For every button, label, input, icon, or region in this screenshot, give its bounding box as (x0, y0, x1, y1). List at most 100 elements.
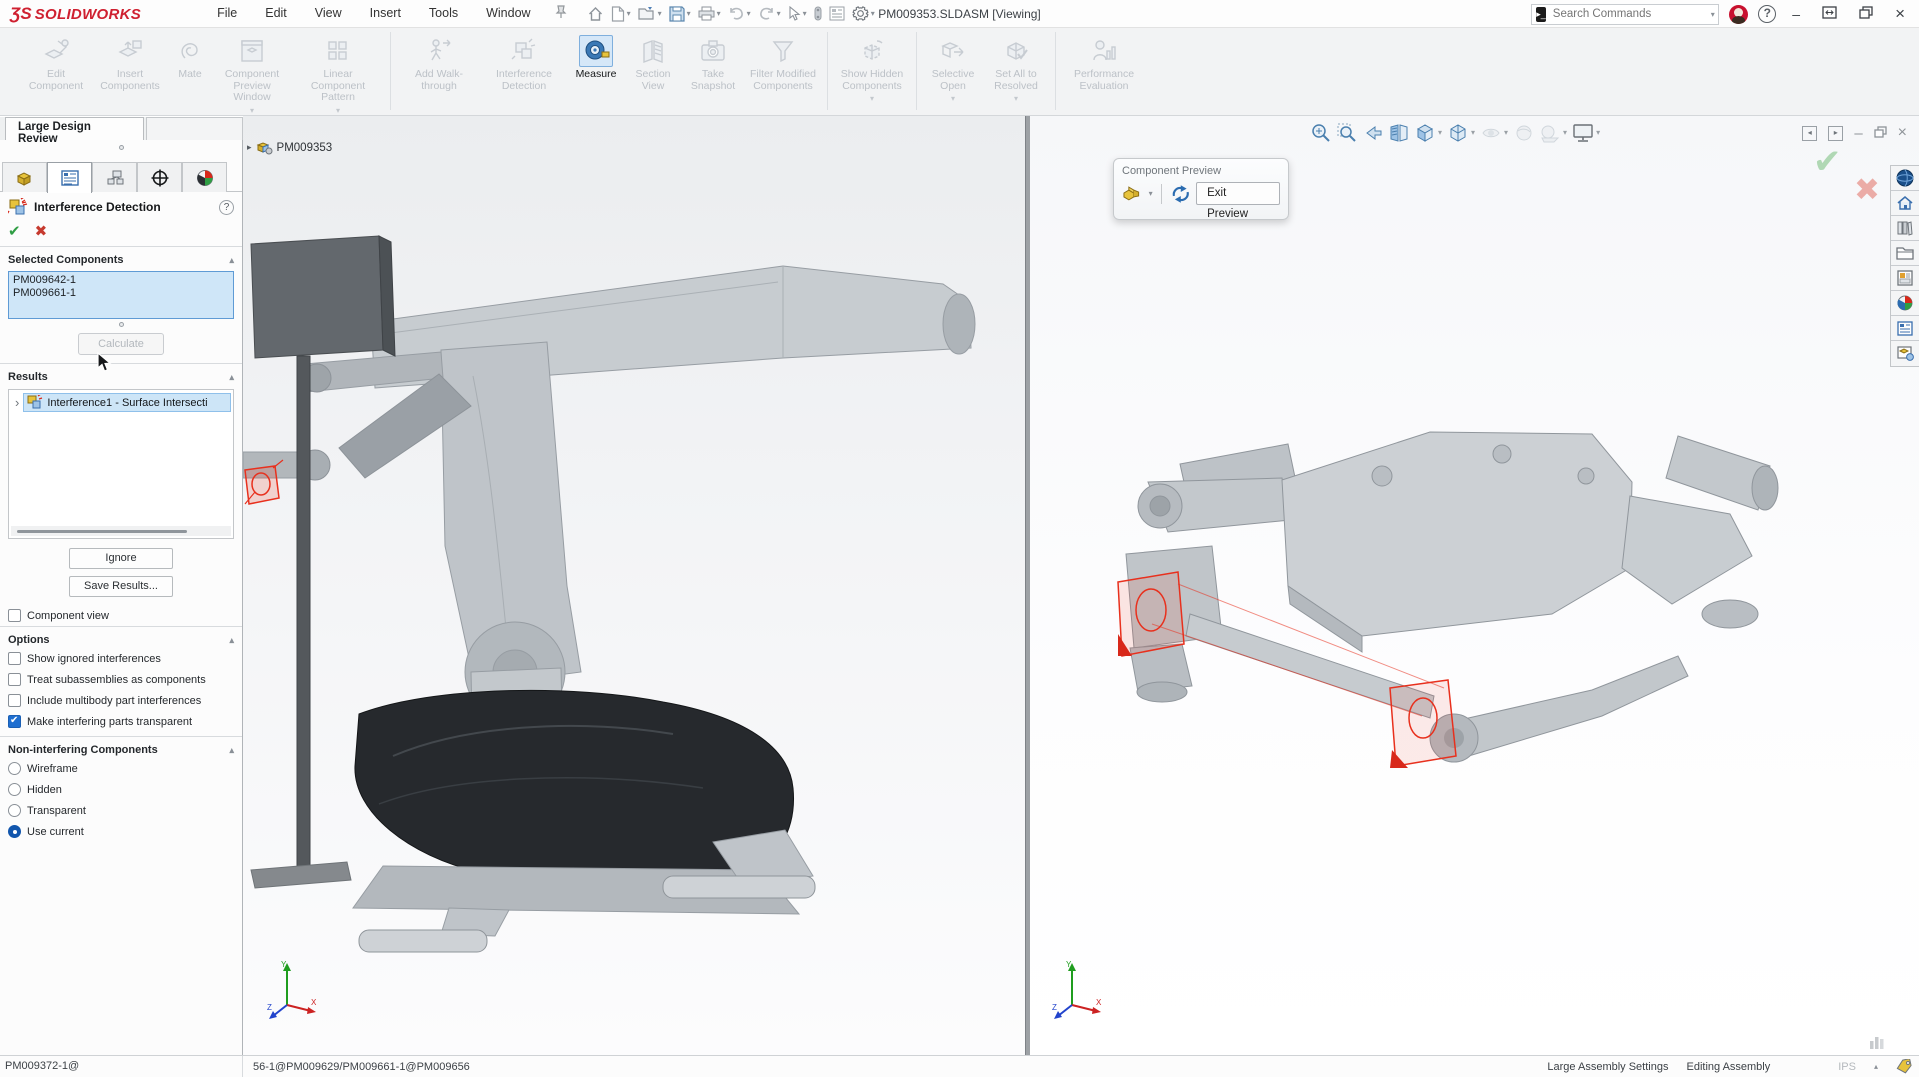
status-large-assembly-settings[interactable]: Large Assembly Settings (1547, 1061, 1668, 1073)
pin-menu-icon[interactable] (555, 5, 567, 22)
ribbon-button-set-all-to-resolved[interactable]: Set All to Resolved ▾ (983, 32, 1049, 103)
previous-view-icon[interactable] (1360, 120, 1385, 145)
pane-close-button[interactable]: × (1898, 124, 1907, 142)
search-dropdown-icon[interactable]: ▾ (1711, 10, 1715, 19)
search-input[interactable] (1551, 7, 1709, 21)
ribbon-button-show-hidden-components[interactable]: Show Hidden Components ▾ (834, 32, 910, 103)
undo-button[interactable]: ▾ (726, 5, 753, 23)
result-row[interactable]: › Interference1 - Surface Intersecti (9, 390, 233, 414)
user-avatar[interactable] (1729, 5, 1748, 24)
ribbon-button-performance-evaluation[interactable]: Performance Evaluation (1062, 32, 1146, 92)
menu-edit[interactable]: Edit (251, 0, 301, 27)
display-style-icon[interactable] (1445, 120, 1470, 145)
use-current-radio[interactable] (8, 825, 21, 838)
menu-view[interactable]: View (301, 0, 356, 27)
home-button[interactable] (585, 4, 606, 24)
performance-monitor-icon[interactable] (1868, 1032, 1888, 1050)
tab-feature-manager[interactable] (2, 162, 47, 192)
breadcrumb-arrow-icon[interactable]: ▸ (247, 142, 252, 153)
tab-stub[interactable] (146, 117, 243, 140)
confirm-check-icon[interactable]: ✔ (1813, 142, 1842, 182)
hidden-radio[interactable] (8, 783, 21, 796)
hide-show-items-icon[interactable] (1478, 120, 1503, 145)
tab-configuration-manager[interactable] (92, 162, 137, 192)
ribbon-button-mate[interactable]: Mate (168, 32, 212, 81)
ok-button[interactable]: ✔ (8, 222, 21, 240)
options-header[interactable]: Options ▴ (0, 627, 242, 648)
component-view-checkbox[interactable] (8, 609, 21, 622)
results-header[interactable]: Results ▴ (0, 364, 242, 385)
cancel-x-icon[interactable]: ✖ (1854, 172, 1880, 208)
tab-large-design-review[interactable]: Large Design Review (5, 117, 144, 140)
custom-properties-icon[interactable] (1891, 316, 1919, 341)
breadcrumb[interactable]: ▸ PM009353 (247, 140, 332, 155)
component-view-row[interactable]: Component view (0, 605, 242, 626)
pane-collapse-left-button[interactable]: ◂ (1802, 126, 1817, 141)
ribbon-button-edit-component[interactable]: Edit Component (20, 32, 92, 92)
pane-restore-button[interactable] (1874, 126, 1887, 141)
cancel-button[interactable]: ✖ (35, 222, 48, 240)
minimize-window-button[interactable]: – (1786, 6, 1806, 22)
settings-gear-button[interactable]: ▾ (850, 3, 877, 24)
panel-splitter-handle[interactable] (119, 145, 124, 150)
save-results-button[interactable]: Save Results... (69, 576, 173, 597)
open-document-button[interactable]: ▾ (636, 4, 664, 23)
panel-help-icon[interactable]: ? (219, 200, 234, 215)
collapse-icon[interactable]: ▴ (229, 255, 234, 266)
list-item[interactable]: PM009642-1 (13, 274, 229, 287)
close-window-button[interactable]: × (1889, 4, 1911, 24)
section-view-icon[interactable] (1386, 120, 1411, 145)
save-button[interactable]: ▾ (667, 4, 693, 24)
zoom-to-fit-icon[interactable] (1308, 120, 1333, 145)
magnet-tool-icon[interactable] (812, 4, 824, 23)
dropdown-icon[interactable]: ▾ (951, 94, 955, 103)
zoom-to-area-icon[interactable] (1334, 120, 1359, 145)
ribbon-button-interference-detection[interactable]: Interference Detection (481, 32, 567, 92)
print-button[interactable]: ▾ (696, 4, 723, 23)
dropdown-icon[interactable]: ▾ (1149, 189, 1153, 198)
apply-scene-icon[interactable] (1537, 120, 1562, 145)
file-explorer-icon[interactable] (1891, 241, 1919, 266)
status-units[interactable]: IPS (1838, 1061, 1856, 1073)
exit-preview-button[interactable]: Exit Preview (1196, 182, 1280, 205)
ribbon-button-section-view[interactable]: Section View (625, 32, 681, 92)
menu-tools[interactable]: Tools (415, 0, 472, 27)
tag-icon[interactable] (1896, 1059, 1913, 1074)
treat-subassemblies-checkbox[interactable] (8, 673, 21, 686)
result-item-selected[interactable]: Interference1 - Surface Intersecti (23, 393, 231, 412)
collapse-icon[interactable]: ▴ (229, 635, 234, 646)
view-orientation-icon[interactable] (1412, 120, 1437, 145)
part-icon[interactable] (1122, 185, 1142, 202)
dropdown-icon[interactable]: ▾ (1596, 128, 1600, 137)
select-tool-button[interactable]: ▾ (786, 4, 809, 23)
options-list-icon[interactable] (827, 4, 847, 23)
component-preview-viewport[interactable]: ▾ ▾ ▾ ▾ ▾ ◂ ▸ – × ✔ ✖ Component Preview (1030, 116, 1919, 1055)
scrollbar-thumb[interactable] (17, 530, 187, 533)
option-row[interactable]: Show ignored interferences (0, 648, 242, 669)
collapse-icon[interactable]: ▴ (229, 745, 234, 756)
non-interfering-header[interactable]: Non-interfering Components ▴ (0, 737, 242, 758)
collapse-icon[interactable]: ▴ (229, 372, 234, 383)
menu-insert[interactable]: Insert (356, 0, 415, 27)
selected-components-list[interactable]: PM009642-1 PM009661-1 (8, 271, 234, 319)
synchronize-preview-icon[interactable] (1170, 184, 1192, 204)
search-commands-box[interactable]: ▸_ ▾ (1531, 4, 1719, 25)
list-item[interactable]: PM009661-1 (13, 287, 229, 300)
resize-window-button[interactable] (1816, 6, 1843, 22)
solidworks-add-ins-icon[interactable] (1891, 341, 1919, 366)
3dexperience-icon[interactable] (1891, 166, 1919, 191)
ribbon-button-selective-open[interactable]: Selective Open ▾ (923, 32, 983, 103)
tab-property-manager[interactable] (47, 162, 92, 193)
list-resize-handle[interactable] (119, 322, 124, 327)
restore-window-button[interactable] (1853, 6, 1879, 22)
option-row[interactable]: Include multibody part interferences (0, 690, 242, 711)
dropdown-icon[interactable]: ▾ (1014, 94, 1018, 103)
make-transparent-checkbox[interactable] (8, 715, 21, 728)
radio-row[interactable]: Hidden (0, 779, 242, 800)
ribbon-button-add-walkthrough[interactable]: Add Walk-through (397, 32, 481, 92)
radio-row[interactable]: Transparent (0, 800, 242, 821)
horizontal-scrollbar[interactable] (11, 526, 231, 536)
ribbon-button-take-snapshot[interactable]: Take Snapshot (681, 32, 745, 92)
ribbon-button-measure[interactable]: Measure (567, 32, 625, 81)
include-multibody-checkbox[interactable] (8, 694, 21, 707)
